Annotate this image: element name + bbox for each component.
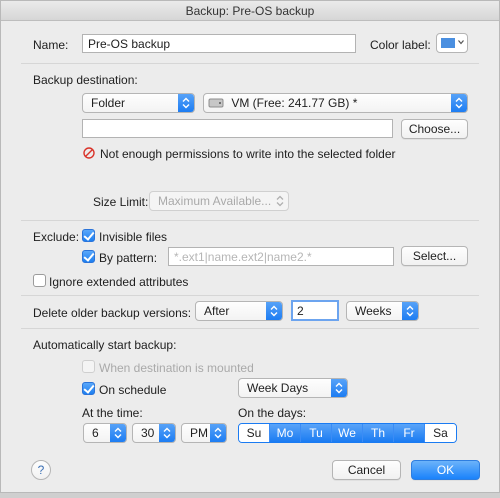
choose-button[interactable]: Choose... [401, 119, 468, 139]
minute-value: 30 [141, 426, 155, 440]
cancel-button[interactable]: Cancel [332, 460, 401, 480]
backup-dialog: Backup: Pre-OS backup Name: Color label:… [0, 0, 500, 493]
pattern-field[interactable] [168, 247, 394, 266]
size-limit-select[interactable]: Maximum Available... [149, 191, 289, 211]
up-down-chevron-icon [451, 94, 467, 112]
size-limit-value: Maximum Available... [158, 194, 272, 208]
ignore-extended-attributes-checkbox[interactable] [33, 274, 46, 287]
destination-type-select[interactable]: Folder [82, 93, 195, 113]
permission-error-text: Not enough permissions to write into the… [100, 147, 396, 161]
up-down-chevron-icon [402, 302, 418, 320]
drive-icon [208, 98, 224, 108]
day-monday[interactable]: Mo [270, 424, 301, 442]
separator [21, 295, 479, 296]
delete-unit-select[interactable]: Weeks [346, 301, 419, 321]
delete-mode-value: After [204, 304, 230, 318]
day-sunday[interactable]: Su [239, 424, 270, 442]
name-field[interactable] [82, 34, 356, 53]
hour-select[interactable]: 6 [83, 423, 127, 443]
select-pattern-button[interactable]: Select... [401, 246, 468, 266]
ampm-value: PM [190, 426, 208, 440]
schedule-select[interactable]: Week Days [238, 378, 348, 398]
background-window-edge [0, 493, 500, 498]
up-down-chevron-icon [272, 192, 288, 210]
up-down-chevron-icon [159, 424, 175, 442]
exclude-label: Exclude: [33, 230, 80, 244]
day-saturday[interactable]: Sa [425, 424, 456, 442]
days-segmented-control: Su Mo Tu We Th Fr Sa [238, 423, 457, 443]
window-title: Backup: Pre-OS backup [1, 1, 499, 21]
chevron-down-icon [458, 40, 464, 45]
up-down-chevron-icon [210, 424, 226, 442]
up-down-chevron-icon [266, 302, 282, 320]
delete-unit-value: Weeks [355, 304, 392, 318]
invisible-files-label: Invisible files [99, 230, 168, 244]
on-schedule-label: On schedule [99, 383, 167, 397]
delete-mode-select[interactable]: After [195, 301, 283, 321]
by-pattern-checkbox[interactable] [82, 250, 95, 263]
day-friday[interactable]: Fr [394, 424, 425, 442]
on-days-label: On the days: [238, 406, 307, 420]
ok-button[interactable]: OK [411, 460, 480, 480]
day-thursday[interactable]: Th [363, 424, 394, 442]
on-schedule-checkbox[interactable] [82, 382, 95, 395]
separator [21, 328, 479, 329]
day-wednesday[interactable]: We [332, 424, 363, 442]
size-limit-label: Size Limit: [93, 195, 149, 209]
up-down-chevron-icon [110, 424, 126, 442]
ignore-extended-attributes-label: Ignore extended attributes [49, 275, 189, 289]
at-time-label: At the time: [82, 406, 143, 420]
separator [21, 63, 479, 64]
no-entry-icon [83, 147, 95, 159]
color-swatch [441, 38, 455, 48]
minute-select[interactable]: 30 [132, 423, 176, 443]
name-label: Name: [33, 38, 69, 52]
invisible-files-checkbox[interactable] [82, 229, 95, 242]
delete-older-label: Delete older backup versions: [33, 306, 192, 320]
up-down-chevron-icon [178, 94, 194, 112]
schedule-value: Week Days [247, 381, 309, 395]
destination-path-field[interactable] [82, 119, 393, 138]
ampm-select[interactable]: PM [181, 423, 227, 443]
day-tuesday[interactable]: Tu [301, 424, 332, 442]
by-pattern-label: By pattern: [99, 251, 158, 265]
up-down-chevron-icon [331, 379, 347, 397]
destination-heading: Backup destination: [33, 73, 138, 87]
destination-volume-select[interactable]: VM (Free: 241.77 GB) * [203, 93, 468, 113]
separator [21, 220, 479, 221]
destination-type-value: Folder [91, 96, 126, 110]
auto-start-heading: Automatically start backup: [33, 338, 177, 352]
when-mounted-label: When destination is mounted [99, 361, 254, 375]
color-label-label: Color label: [370, 38, 431, 52]
when-mounted-checkbox[interactable] [82, 360, 95, 373]
delete-count-field[interactable] [291, 300, 339, 321]
question-mark-icon[interactable]: ? [31, 460, 51, 480]
hour-value: 6 [92, 426, 99, 440]
destination-volume-value: VM (Free: 241.77 GB) * [231, 96, 358, 110]
color-label-picker[interactable] [436, 33, 468, 53]
